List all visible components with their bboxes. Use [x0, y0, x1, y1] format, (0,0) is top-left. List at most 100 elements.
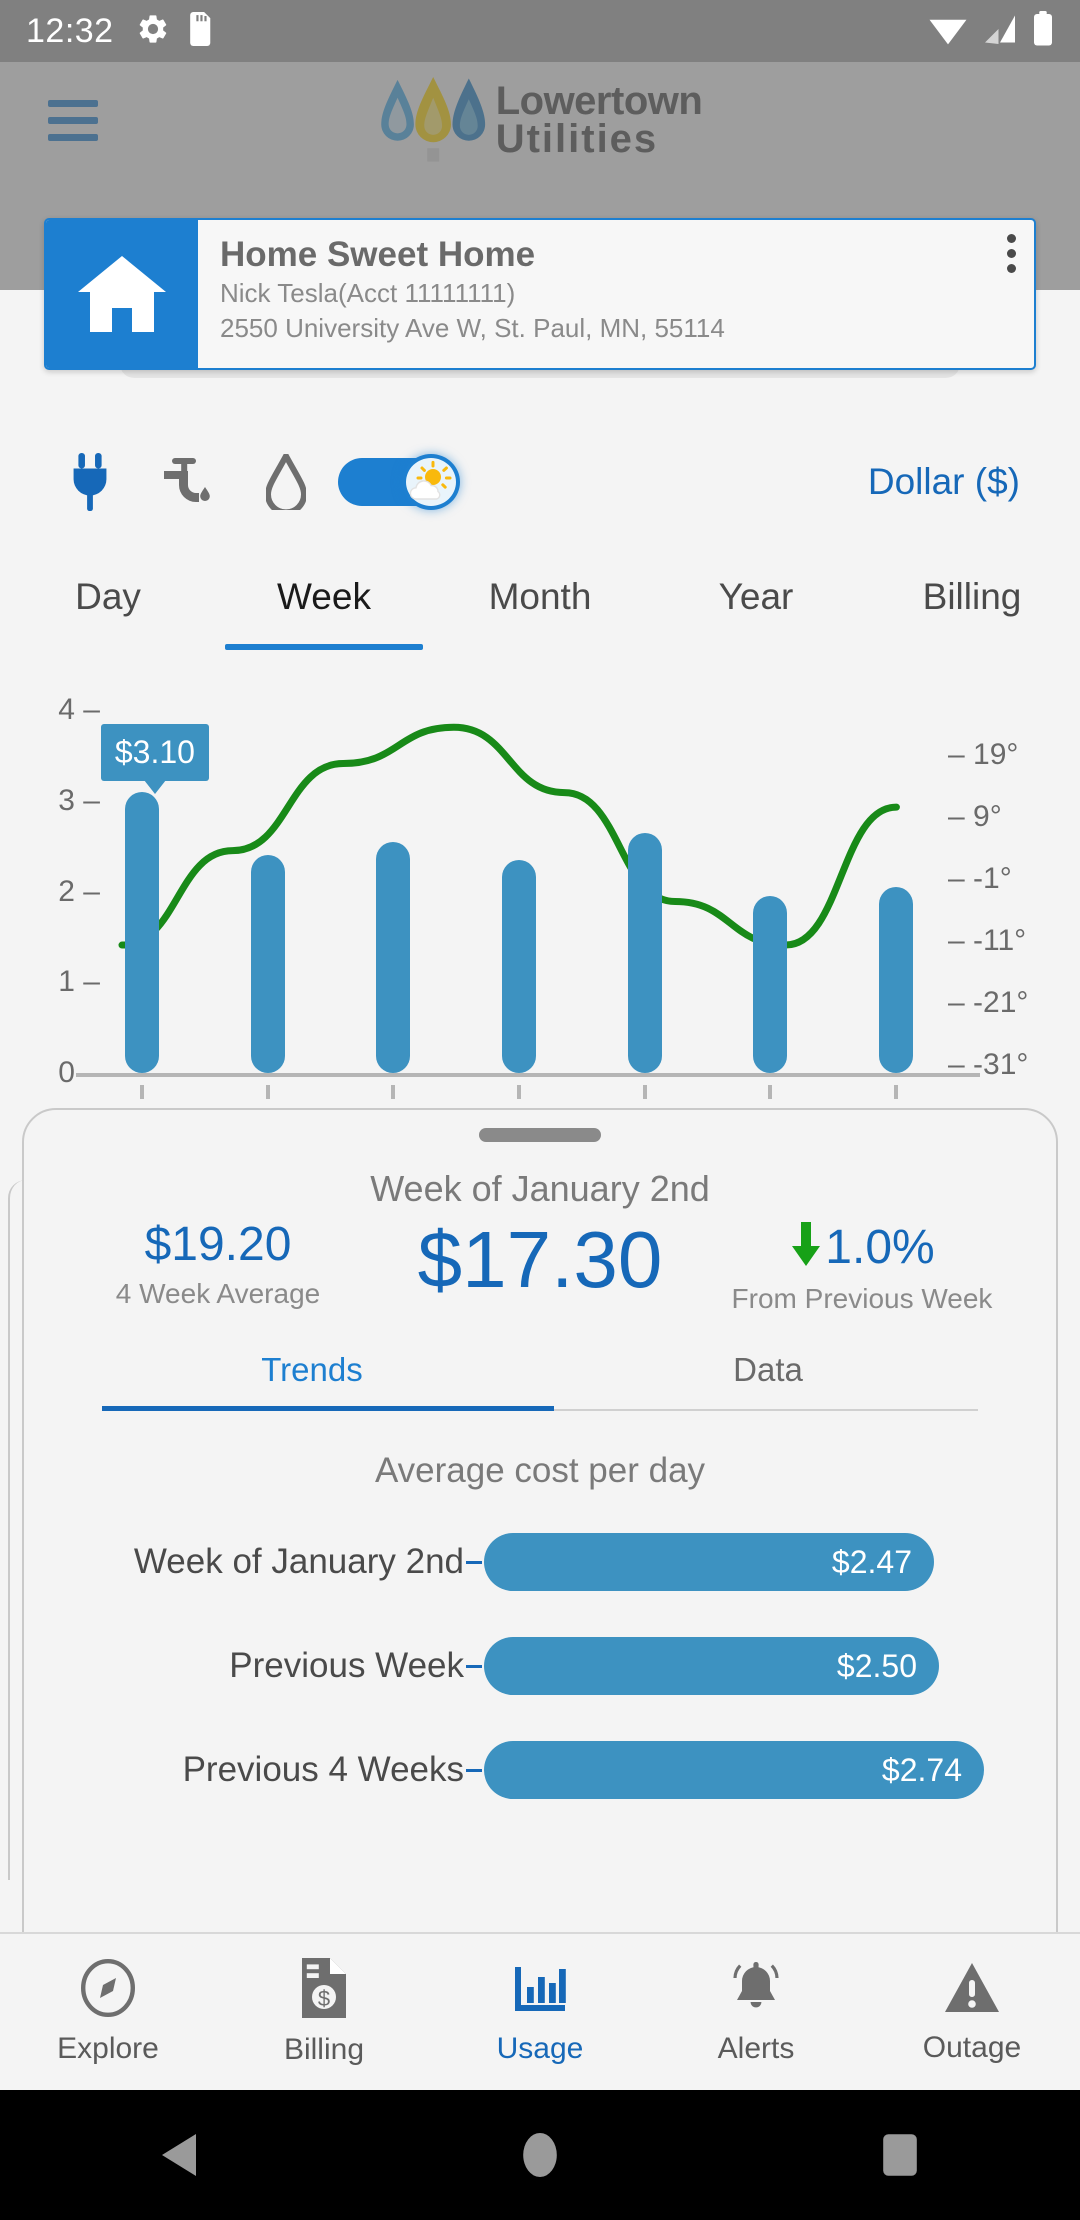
tab-month-label: Month	[488, 576, 592, 617]
tab-billing-label: Billing	[922, 576, 1022, 617]
average-cost-bar-label: Previous 4 Weeks	[182, 1750, 464, 1789]
gas-flame-icon[interactable]	[256, 451, 316, 513]
tab-day[interactable]: Day	[0, 560, 216, 668]
sheet-period-title: Week of January 2nd	[370, 1168, 710, 1209]
chart-bar[interactable]	[376, 841, 411, 1073]
bell-icon	[729, 1959, 783, 2022]
bottom-navigation: Explore $ Billing Usage Alerts Outage	[0, 1932, 1080, 2090]
account-holder-line: Nick Tesla(Acct 11111111)	[220, 277, 516, 308]
app-root: 12:32 Lowertown Utilities Home Sweet Hom…	[0, 0, 1080, 2220]
average-cost-bar-connector	[466, 1560, 482, 1564]
tab-week-label: Week	[277, 576, 371, 617]
brand-line-1: Lowertown	[495, 79, 703, 123]
home-circle-icon[interactable]	[360, 2132, 720, 2178]
chart-x-tick	[517, 1085, 521, 1099]
invoice-dollar-icon: $	[298, 1957, 350, 2023]
chart-y-axis-left: 0 –1 –2 –3 –4 –	[20, 690, 100, 1090]
tab-trends[interactable]: Trends	[84, 1351, 540, 1411]
arrow-down-icon	[789, 1222, 823, 1273]
unit-selector[interactable]: Dollar ($)	[868, 461, 1020, 503]
account-card[interactable]: Home Sweet Home Nick Tesla(Acct 11111111…	[44, 218, 1036, 370]
four-week-average-value: $19.20	[144, 1218, 292, 1271]
app-bar: Lowertown Utilities	[0, 62, 1080, 178]
tab-year[interactable]: Year	[648, 560, 864, 668]
status-bar-time: 12:32	[26, 11, 114, 50]
tab-billing[interactable]: Billing	[864, 560, 1080, 668]
chart-x-tick	[894, 1085, 899, 1099]
four-week-average-block: $19.20 4 Week Average	[68, 1218, 368, 1310]
tab-month[interactable]: Month	[432, 560, 648, 668]
account-card-body: Home Sweet Home Nick Tesla(Acct 11111111…	[198, 220, 1034, 368]
nav-item-alerts[interactable]: Alerts	[648, 1959, 864, 2066]
chart-x-tick	[265, 1085, 270, 1099]
chart-x-tick	[768, 1085, 773, 1099]
average-cost-bar-fill: $2.47	[484, 1533, 934, 1591]
average-cost-bar-value: $2.47	[831, 1543, 912, 1580]
chart-y-left-tick: 4 –	[58, 693, 100, 726]
warning-triangle-icon	[943, 1960, 1001, 2021]
system-navigation-bar	[0, 2090, 1080, 2220]
sd-card-icon	[188, 11, 214, 51]
hamburger-menu-icon[interactable]	[48, 99, 98, 141]
bar-chart-icon	[511, 1959, 569, 2022]
average-cost-bar-value: $2.50	[836, 1647, 917, 1684]
nav-item-usage[interactable]: Usage	[432, 1959, 648, 2066]
utility-icons	[60, 451, 316, 513]
average-cost-bar-track: $2.47	[484, 1533, 984, 1591]
change-block: 1.0% From Previous Week	[712, 1220, 1012, 1315]
nav-label-billing: Billing	[283, 2032, 365, 2066]
chart-bar[interactable]	[753, 896, 788, 1073]
change-caption: From Previous Week	[731, 1283, 993, 1314]
detail-bottom-sheet[interactable]: Week of January 2nd $19.20 4 Week Averag…	[22, 1108, 1058, 1936]
change-row: 1.0%	[789, 1220, 935, 1275]
back-triangle-icon[interactable]	[0, 2134, 360, 2176]
average-cost-bars: Week of January 2nd $2.47 Previous Week $2.…	[24, 1525, 1056, 1807]
chart-bar[interactable]	[250, 855, 285, 1073]
nav-label-outage: Outage	[922, 2030, 1022, 2064]
water-faucet-icon[interactable]	[158, 451, 218, 513]
period-tabs: Day Week Month Year Billing	[0, 560, 1080, 668]
chart-selected-value-bubble: $3.10	[100, 723, 209, 781]
average-cost-bar-value: $2.74	[881, 1751, 962, 1788]
more-vertical-icon[interactable]	[1007, 234, 1016, 273]
sheet-tabs: Trends Data	[24, 1351, 1056, 1411]
app-brand: Lowertown Utilities	[378, 74, 703, 166]
account-title: Home Sweet Home	[220, 235, 536, 274]
tab-data[interactable]: Data	[540, 1351, 996, 1411]
chart-bar[interactable]	[502, 859, 536, 1073]
chart-x-tick	[391, 1085, 396, 1099]
tab-week[interactable]: Week	[216, 560, 432, 668]
average-cost-title: Average cost per day	[374, 1451, 706, 1490]
usage-chart[interactable]: 0 –1 –2 –3 –4 – – 19°– 9°– -1°– -11°– -2…	[0, 690, 1080, 1099]
tab-year-label: Year	[718, 576, 794, 617]
nav-label-explore: Explore	[57, 2031, 159, 2065]
average-cost-bar-label: Week of January 2nd	[133, 1542, 464, 1581]
chart-y-left-tick: 2 –	[58, 874, 100, 908]
svg-text:$: $	[318, 1986, 330, 2011]
brand-line-2: Utilities	[495, 117, 659, 161]
nav-item-explore[interactable]: Explore	[0, 1958, 216, 2066]
compass-icon	[79, 1958, 137, 2022]
average-cost-bar-fill: $2.50	[484, 1637, 939, 1695]
drag-handle[interactable]	[479, 1128, 601, 1142]
average-cost-bar-connector	[466, 1664, 482, 1668]
chart-x-tick	[642, 1085, 647, 1099]
chart-bar[interactable]	[627, 832, 662, 1073]
status-bar-system-icons	[928, 10, 1054, 52]
tab-day-label: Day	[75, 576, 141, 617]
average-cost-bar-label: Previous Week	[229, 1646, 464, 1685]
nav-label-alerts: Alerts	[717, 2031, 795, 2065]
weather-toggle[interactable]	[338, 454, 460, 510]
sheet-tabs-indicator	[102, 1406, 554, 1411]
chart-bar[interactable]	[124, 791, 159, 1073]
water-drop-flame-logo	[378, 74, 486, 166]
wifi-icon	[928, 12, 968, 51]
electric-plug-icon[interactable]	[60, 451, 120, 513]
nav-item-outage[interactable]: Outage	[864, 1960, 1080, 2065]
chart-plot-area: $3.10	[96, 700, 976, 1099]
average-cost-bar-row: Previous Week $2.50	[24, 1629, 1056, 1703]
recents-square-icon[interactable]	[720, 2133, 1080, 2177]
chart-bar[interactable]	[879, 886, 914, 1073]
sheet-summary: $19.20 4 Week Average $17.30 1.0% From P…	[24, 1212, 1056, 1315]
nav-item-billing[interactable]: $ Billing	[216, 1957, 432, 2067]
